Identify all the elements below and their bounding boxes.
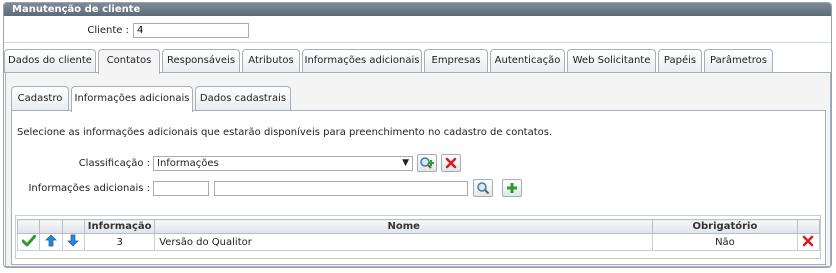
grid-header-blank: [39, 219, 63, 234]
tab-parametros[interactable]: Parâmetros: [704, 49, 773, 73]
subtab-informacoes-adicionais[interactable]: Informações adicionais: [71, 86, 193, 112]
dropdown-arrow-icon: ▼: [402, 158, 409, 168]
cliente-input[interactable]: [133, 23, 249, 38]
cell-obrigatorio[interactable]: Não: [652, 233, 798, 251]
cell-nome: Versão do Qualitor: [154, 233, 654, 251]
add-search-icon: [420, 157, 434, 169]
info-adicionais-body: Selecione as informações adicionais que …: [11, 110, 826, 265]
move-up-button[interactable]: [39, 233, 63, 251]
grid-header-blank: [61, 219, 86, 234]
search-info-button[interactable]: [473, 179, 493, 197]
info-adicionais-label: Informações adicionais :: [28, 183, 150, 194]
cliente-row: Cliente :: [4, 23, 831, 39]
grid-header-blank: [16, 219, 41, 234]
panel-title: Manutenção de cliente: [4, 3, 831, 16]
plus-icon: [507, 183, 517, 193]
tab-atributos[interactable]: Atributos: [242, 49, 300, 73]
classificacao-value: Informações: [157, 158, 219, 169]
arrow-up-icon: [45, 234, 57, 247]
grid-header-informacao[interactable]: Informação: [84, 219, 156, 234]
cell-informacao: 3: [84, 233, 156, 251]
tab-dados-do-cliente[interactable]: Dados do cliente: [4, 49, 96, 73]
delete-row-button[interactable]: [796, 233, 821, 251]
add-info-button[interactable]: [502, 179, 522, 197]
confirm-row-button[interactable]: [16, 233, 41, 251]
tab-contatos[interactable]: Contatos: [98, 49, 160, 74]
tab-papeis[interactable]: Papéis: [658, 49, 702, 73]
tab-responsaveis[interactable]: Responsáveis: [162, 49, 240, 73]
manutencao-cliente-panel: Manutenção de cliente Cliente : Dados do…: [3, 2, 832, 268]
tab-autenticacao[interactable]: Autenticação: [490, 49, 565, 73]
grid-header-blank: [796, 219, 821, 234]
tab-informacoes-adicionais[interactable]: Informações adicionais: [302, 49, 422, 73]
table-row: 3 Versão do Qualitor Não: [16, 233, 821, 251]
grid-header-nome[interactable]: Nome: [154, 219, 654, 234]
check-icon: [21, 234, 37, 246]
info-code-input[interactable]: [153, 181, 209, 196]
tab-web-solicitante[interactable]: Web Solicitante: [567, 49, 656, 73]
divider: [4, 42, 831, 43]
classificacao-select[interactable]: Informações ▼: [153, 156, 413, 171]
contatos-tab-body: Cadastro Informações adicionais Dados ca…: [5, 72, 831, 267]
delete-icon: [802, 235, 814, 246]
classificacao-label: Classificação :: [78, 158, 150, 169]
subtab-dados-cadastrais[interactable]: Dados cadastrais: [195, 86, 291, 111]
delete-icon: [445, 157, 457, 169]
remove-classification-button[interactable]: [441, 154, 461, 172]
search-icon: [477, 182, 490, 195]
info-grid: Informação Nome Obrigatório 3 Versão do …: [16, 219, 821, 251]
grid-header-obrigatorio[interactable]: Obrigatório: [652, 219, 798, 234]
move-down-button[interactable]: [61, 233, 86, 251]
cliente-label: Cliente :: [87, 25, 129, 36]
subtab-cadastro[interactable]: Cadastro: [11, 86, 69, 111]
arrow-down-icon: [67, 234, 80, 247]
tab-empresas[interactable]: Empresas: [424, 49, 488, 73]
add-classification-button[interactable]: [417, 154, 437, 172]
description-text: Selecione as informações adicionais que …: [17, 127, 553, 138]
info-name-input[interactable]: [214, 181, 468, 196]
